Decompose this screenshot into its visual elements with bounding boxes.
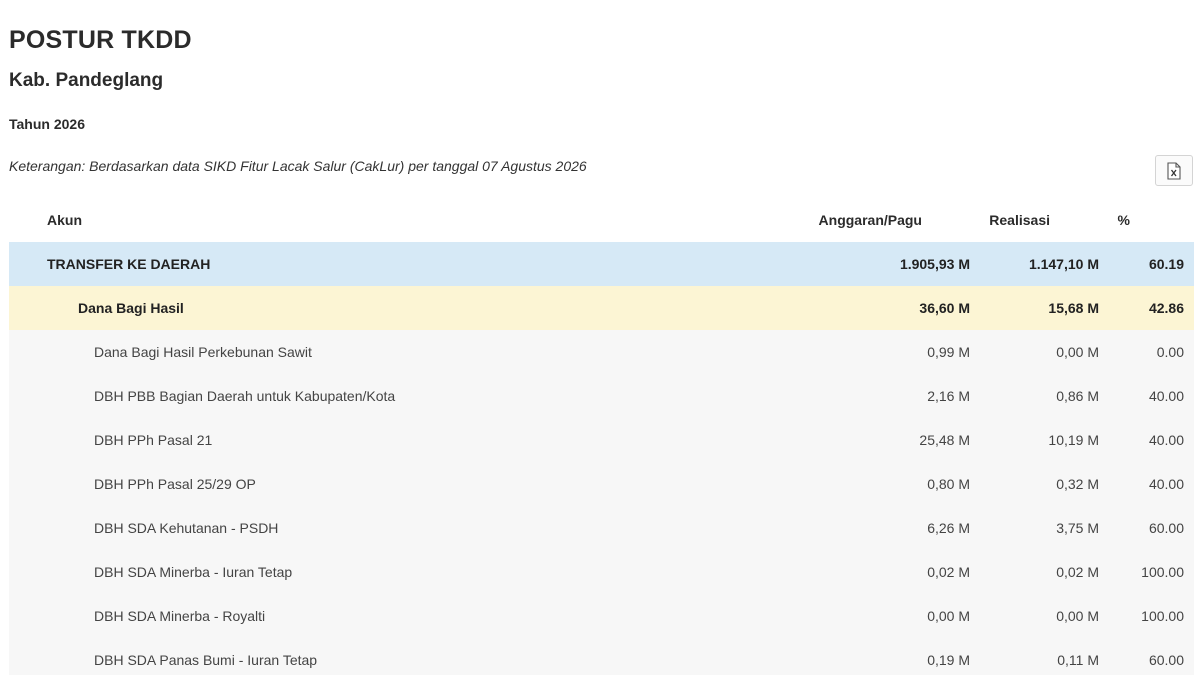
header-percent[interactable]: %: [1118, 198, 1130, 242]
row-pagu: 6,26 M: [927, 520, 970, 536]
row-percent: 0.00: [1156, 344, 1184, 360]
table-row: Dana Bagi Hasil Perkebunan Sawit 0,99 M …: [9, 330, 1194, 374]
table-row: DBH SDA Kehutanan - PSDH 6,26 M 3,75 M 6…: [9, 506, 1194, 550]
row-pagu: 0,99 M: [927, 344, 970, 360]
table-row: DBH SDA Minerba - Iuran Tetap 0,02 M 0,0…: [9, 550, 1194, 594]
row-akun: DBH PPh Pasal 25/29 OP: [94, 476, 256, 492]
row-realisasi: 0,11 M: [1057, 652, 1099, 668]
excel-export-icon: [1166, 161, 1182, 180]
row-pagu: 0,80 M: [927, 476, 970, 492]
row-pagu: 36,60 M: [919, 300, 970, 316]
row-pagu: 1.905,93 M: [899, 256, 970, 272]
table-header: Akun Anggaran/Pagu Realisasi %: [9, 198, 1194, 242]
row-akun: TRANSFER KE DAERAH: [47, 256, 211, 272]
header-realisasi[interactable]: Realisasi: [989, 198, 1050, 242]
row-percent: 100.00: [1141, 608, 1184, 624]
tkdd-table: Akun Anggaran/Pagu Realisasi % TRANSFER …: [9, 198, 1194, 675]
row-percent: 40.00: [1148, 476, 1184, 492]
row-realisasi: 0,00 M: [1056, 608, 1099, 624]
row-akun: DBH PBB Bagian Daerah untuk Kabupaten/Ko…: [94, 388, 396, 404]
row-realisasi: 3,75 M: [1056, 520, 1099, 536]
row-pagu: 0,02 M: [927, 564, 970, 580]
header-pagu[interactable]: Anggaran/Pagu: [819, 198, 922, 242]
row-realisasi: 1.147,10 M: [1028, 256, 1099, 272]
row-percent: 60.00: [1148, 520, 1184, 536]
row-akun: Dana Bagi Hasil: [78, 300, 184, 316]
year-label: Tahun 2026: [9, 116, 85, 132]
total-row-transfer-ke-daerah[interactable]: TRANSFER KE DAERAH 1.905,93 M 1.147,10 M…: [9, 242, 1194, 286]
group-row-dana-bagi-hasil[interactable]: Dana Bagi Hasil 36,60 M 15,68 M 42.86: [9, 286, 1194, 330]
header-akun[interactable]: Akun: [47, 198, 82, 242]
row-percent: 40.00: [1148, 388, 1184, 404]
row-akun: DBH SDA Kehutanan - PSDH: [94, 520, 279, 536]
table-row: DBH PPh Pasal 25/29 OP 0,80 M 0,32 M 40.…: [9, 462, 1194, 506]
row-realisasi: 0,02 M: [1056, 564, 1099, 580]
row-realisasi: 0,86 M: [1056, 388, 1099, 404]
row-akun: DBH PPh Pasal 21: [94, 432, 213, 448]
export-excel-button[interactable]: [1155, 155, 1193, 186]
data-source-note: Keterangan: Berdasarkan data SIKD Fitur …: [9, 158, 587, 174]
row-pagu: 25,48 M: [919, 432, 970, 448]
row-akun: DBH SDA Minerba - Iuran Tetap: [94, 564, 293, 580]
row-percent: 60.19: [1148, 256, 1184, 272]
row-akun: Dana Bagi Hasil Perkebunan Sawit: [94, 344, 312, 360]
region-name: Kab. Pandeglang: [9, 70, 164, 91]
row-realisasi: 0,00 M: [1056, 344, 1099, 360]
table-row: DBH SDA Panas Bumi - Iuran Tetap 0,19 M …: [9, 638, 1194, 675]
row-pagu: 0,00 M: [927, 608, 970, 624]
row-percent: 40.00: [1148, 432, 1184, 448]
page-title: POSTUR TKDD: [9, 26, 192, 54]
row-akun: DBH SDA Panas Bumi - Iuran Tetap: [94, 652, 318, 668]
table-row: DBH SDA Minerba - Royalti 0,00 M 0,00 M …: [9, 594, 1194, 638]
row-percent: 100.00: [1141, 564, 1184, 580]
row-akun: DBH SDA Minerba - Royalti: [94, 608, 266, 624]
row-percent: 42.86: [1148, 300, 1184, 316]
row-pagu: 2,16 M: [927, 388, 970, 404]
row-percent: 60.00: [1148, 652, 1184, 668]
row-realisasi: 15,68 M: [1048, 300, 1099, 316]
table-row: DBH PPh Pasal 21 25,48 M 10,19 M 40.00: [9, 418, 1194, 462]
row-pagu: 0,19 M: [927, 652, 970, 668]
row-realisasi: 10,19 M: [1048, 432, 1099, 448]
row-realisasi: 0,32 M: [1056, 476, 1099, 492]
table-row: DBH PBB Bagian Daerah untuk Kabupaten/Ko…: [9, 374, 1194, 418]
